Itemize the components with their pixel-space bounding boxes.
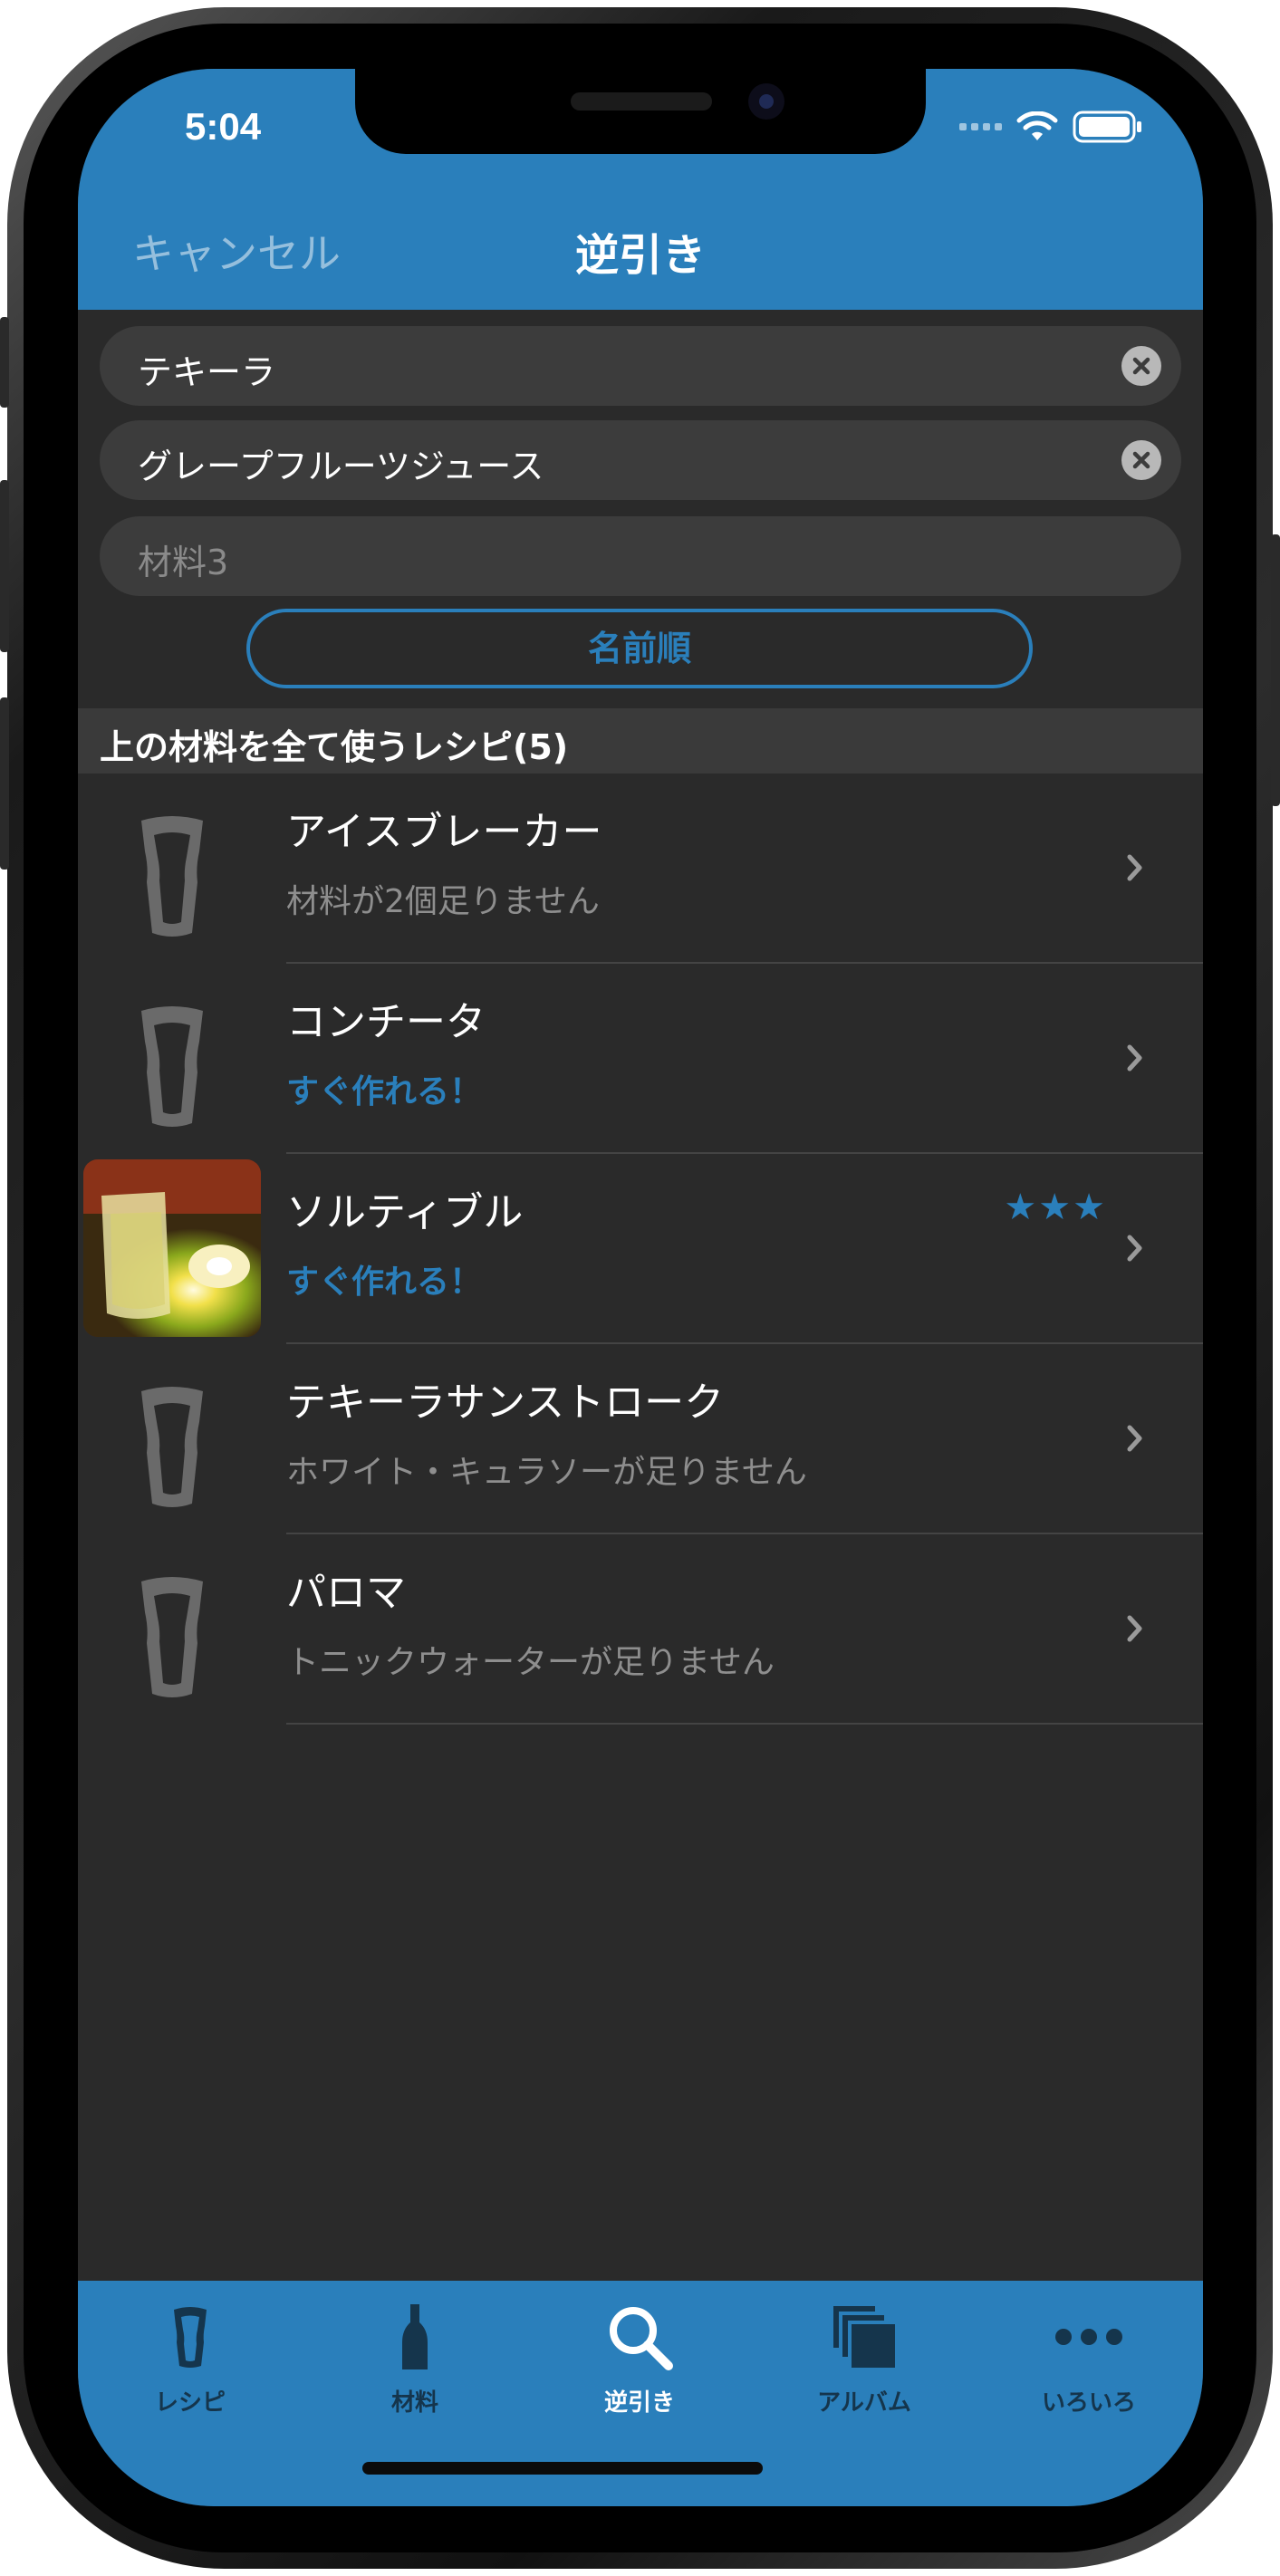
status-time: 5:04 [185, 105, 262, 148]
search-icon [527, 2301, 752, 2373]
recipe-name: テキーラサンストローク [286, 1379, 725, 1426]
tab-recipes[interactable]: レシピ [78, 2281, 303, 2444]
recipe-row[interactable]: パロマ トニックウォーターが足りません [78, 1534, 1203, 1725]
clear-icon[interactable] [1121, 440, 1161, 480]
side-button-volume-up [0, 480, 9, 652]
cellular-signal-icon [959, 123, 1002, 130]
chevron-right-icon [1125, 1232, 1145, 1268]
chevron-right-icon [1125, 851, 1145, 888]
recipe-status: 材料が2個足りません [286, 883, 600, 920]
side-button-power [1271, 534, 1280, 806]
ingredient-field-3-placeholder: 材料3 [138, 543, 229, 582]
page-title: 逆引き [574, 230, 706, 281]
recipe-row[interactable]: ソルティブル ★★★ すぐ作れる！ [78, 1154, 1203, 1344]
recipe-name: パロマ [286, 1570, 406, 1616]
tab-album[interactable]: アルバム [752, 2281, 977, 2444]
row-divider [286, 1723, 1203, 1725]
tab-label: アルバム [817, 2389, 911, 2417]
ingredient-field-2[interactable]: グレープフルーツジュース [100, 420, 1181, 500]
recipe-name: アイスブレーカー [286, 809, 602, 855]
recipe-status: すぐ作れる！ [286, 1073, 483, 1110]
status-indicators [959, 111, 1143, 143]
album-icon [752, 2301, 977, 2373]
home-indicator[interactable] [362, 2462, 763, 2475]
ingredient-field-1[interactable]: テキーラ [100, 326, 1181, 406]
ingredient-field-1-value: テキーラ [138, 352, 276, 392]
recipe-name: コンチータ [286, 999, 486, 1045]
more-icon [977, 2301, 1201, 2373]
speaker [571, 92, 712, 111]
section-header: 上の材料を全て使うレシピ(5) [78, 708, 1203, 774]
glass-icon [83, 1540, 261, 1717]
side-button-volume-down [0, 697, 9, 870]
clear-icon[interactable] [1121, 346, 1161, 386]
chevron-right-icon [1125, 1612, 1145, 1648]
recipe-status: ホワイト・キュラソーが足りません [286, 1454, 807, 1491]
tab-label: いろいろ [1041, 2389, 1136, 2417]
side-button-silent [0, 317, 9, 408]
recipe-status: すぐ作れる！ [286, 1264, 483, 1301]
tab-ingredients[interactable]: 材料 [303, 2281, 527, 2444]
tab-label: レシピ [154, 2389, 226, 2417]
section-title: 上の材料を全て使うレシピ(5) [100, 727, 569, 767]
tab-misc[interactable]: いろいろ [977, 2281, 1201, 2444]
glass-icon [78, 2301, 303, 2373]
glass-icon [83, 779, 261, 956]
recipe-row[interactable]: テキーラサンストローク ホワイト・キュラソーが足りません [78, 1344, 1203, 1534]
recipe-row[interactable]: コンチータ すぐ作れる！ [78, 964, 1203, 1154]
tab-label: 逆引き [603, 2389, 675, 2417]
glass-icon [83, 969, 261, 1147]
recipe-name: ソルティブル [286, 1189, 524, 1235]
device-frame: 5:04 キャンセル 逆引き テキーラ グレープフルーツジュース 材料3 名前順… [0, 0, 1280, 2576]
sort-order-button[interactable]: 名前順 [246, 609, 1033, 688]
recipe-status: トニックウォーターが足りません [286, 1644, 775, 1681]
recipe-row[interactable]: アイスブレーカー 材料が2個足りません [78, 774, 1203, 964]
ingredient-field-2-value: グレープフルーツジュース [138, 447, 544, 486]
rating-stars: ★★★ [1004, 1187, 1107, 1228]
notch [355, 69, 926, 154]
screen: 5:04 キャンセル 逆引き テキーラ グレープフルーツジュース 材料3 名前順… [78, 69, 1203, 2506]
bottle-icon [303, 2301, 527, 2373]
battery-icon [1073, 111, 1143, 143]
wifi-icon [1016, 111, 1058, 142]
recipe-photo [83, 1159, 261, 1337]
chevron-right-icon [1125, 1422, 1145, 1458]
tab-label: 材料 [390, 2389, 438, 2417]
ingredient-field-3[interactable]: 材料3 [100, 516, 1181, 596]
front-camera [748, 83, 784, 120]
chevron-right-icon [1125, 1042, 1145, 1078]
tab-reverse-search[interactable]: 逆引き [527, 2281, 752, 2444]
glass-icon [83, 1350, 261, 1527]
